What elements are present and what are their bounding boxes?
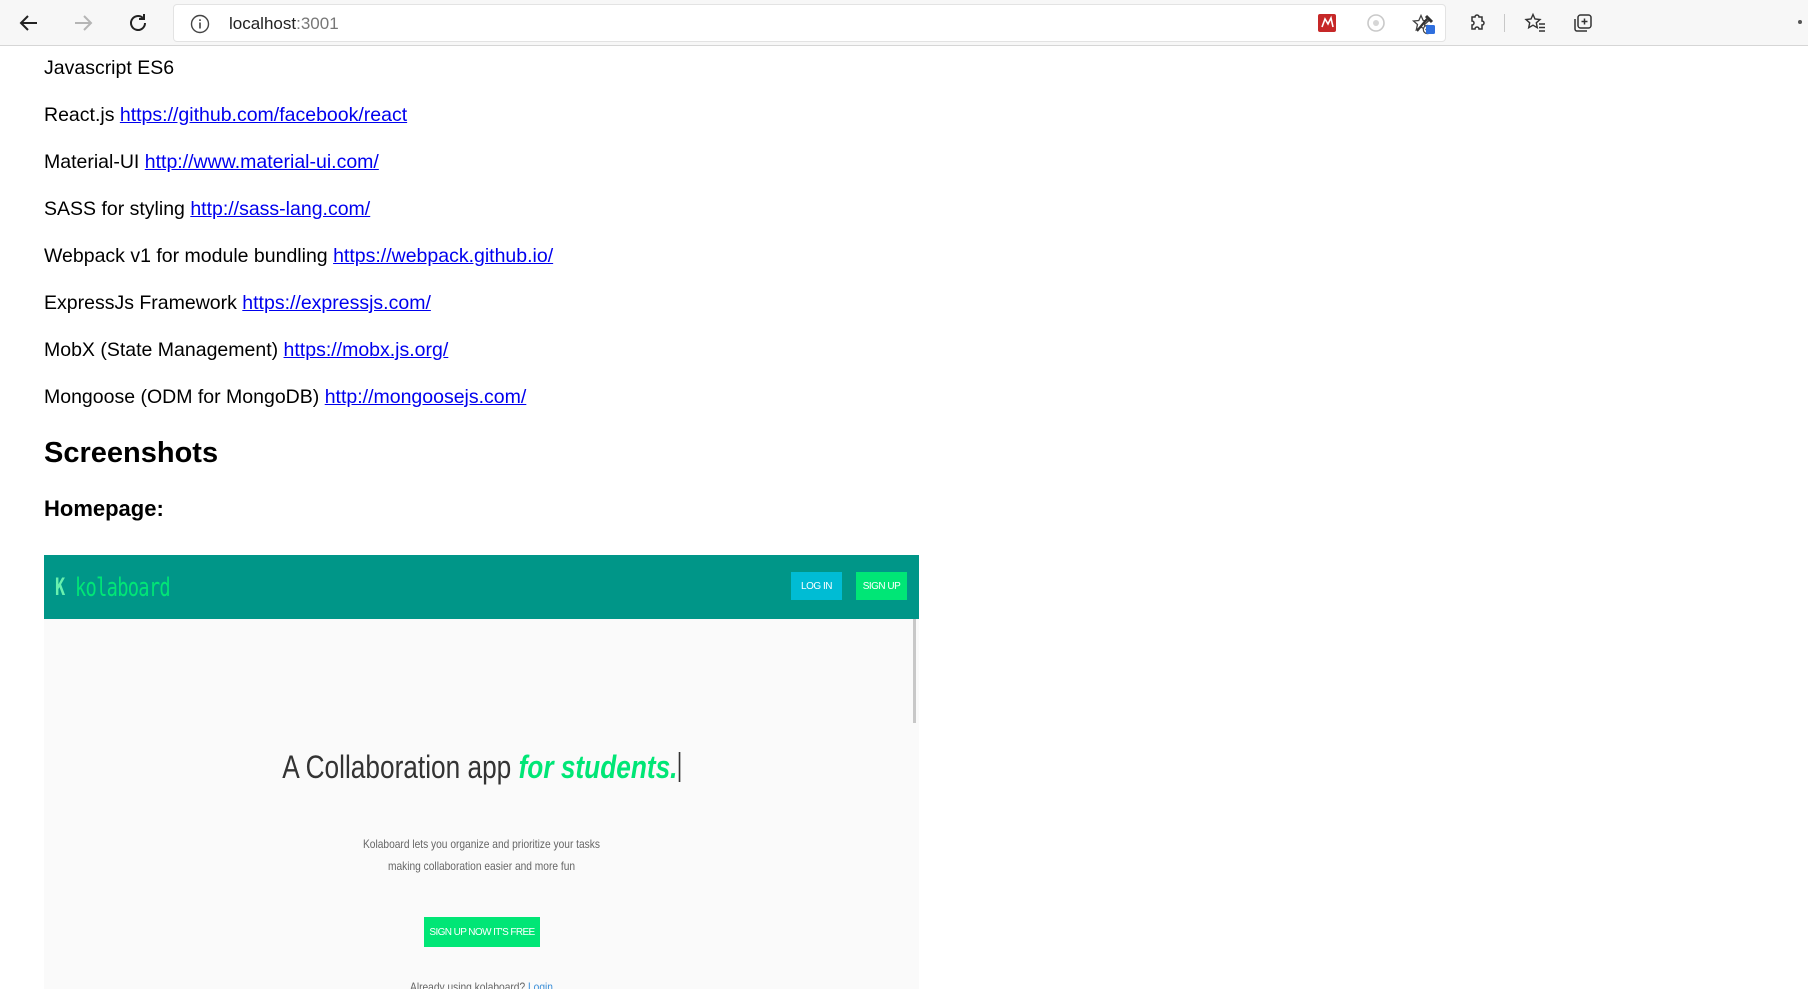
reload-button[interactable]: [121, 6, 155, 40]
favorites-button[interactable]: [1518, 6, 1552, 40]
homepage-screenshot: K kolaboard LOG IN SIGN UP A Collaborati…: [44, 555, 919, 989]
tech-label: Mongoose (ODM for MongoDB): [44, 386, 320, 408]
tech-link-mobx[interactable]: https://mobx.js.org/: [284, 339, 449, 361]
tech-link-mongoose[interactable]: http://mongoosejs.com/: [325, 386, 527, 408]
tech-link-webpack[interactable]: https://webpack.github.io/: [333, 245, 553, 267]
app-scrollbar: [913, 619, 916, 723]
tech-label: Material-UI: [44, 151, 140, 173]
url-port: :3001: [296, 14, 339, 33]
browser-toolbar: localhost:3001: [0, 0, 1808, 46]
tech-link-express[interactable]: https://expressjs.com/: [242, 292, 431, 314]
info-icon[interactable]: [190, 14, 210, 34]
tech-item-material-ui: Material-UI http://www.material-ui.com/: [44, 150, 379, 174]
app-signup-button: SIGN UP: [856, 572, 907, 600]
screenshots-heading: Screenshots: [44, 437, 219, 469]
favorites-icon: [1524, 12, 1545, 32]
tech-item-webpack: Webpack v1 for module bundling https://w…: [44, 244, 553, 268]
app-description: Kolaboard lets you organize and prioriti…: [110, 833, 854, 877]
more-menu-icon[interactable]: [1798, 20, 1802, 24]
tech-label: Javascript ES6: [44, 57, 175, 79]
tech-item-sass: SASS for styling http://sass-lang.com/: [44, 197, 370, 221]
url-host: localhost: [229, 14, 297, 33]
extension-picker-button[interactable]: [1408, 6, 1442, 40]
app-desc-line1: Kolaboard lets you organize and prioriti…: [362, 837, 600, 851]
tech-label: React.js: [44, 104, 115, 126]
app-desc-line2: making collaboration easier and more fun: [387, 859, 576, 873]
tech-label: ExpressJs Framework: [44, 292, 237, 314]
tech-link-react[interactable]: https://github.com/facebook/react: [120, 104, 407, 126]
tech-label: SASS for styling: [44, 198, 185, 220]
tech-link-sass[interactable]: http://sass-lang.com/: [190, 198, 370, 220]
collections-icon: [1574, 14, 1592, 32]
app-headline-accent: for students.: [518, 749, 678, 785]
arrow-left-icon: [19, 15, 37, 31]
tech-item-mongoose: Mongoose (ODM for MongoDB) http://mongoo…: [44, 385, 526, 409]
app-header-bar: K kolaboard LOG IN SIGN UP: [44, 555, 919, 619]
app-already-using: Already using kolaboard? Login: [110, 980, 854, 989]
extensions-button[interactable]: [1460, 6, 1494, 40]
tech-item-javascript: Javascript ES6: [44, 56, 174, 80]
tech-label: MobX (State Management): [44, 339, 279, 361]
arrow-right-icon: [75, 15, 93, 31]
tech-item-react: React.js https://github.com/facebook/rea…: [44, 103, 407, 127]
app-logo-letter: K: [55, 573, 66, 601]
app-logo-text: kolaboard: [75, 573, 171, 603]
app-cta-button: SIGN UP NOW IT'S FREE: [424, 917, 540, 947]
tech-link-material-ui[interactable]: http://www.material-ui.com/: [145, 151, 379, 173]
text-caret: [679, 752, 681, 782]
reload-icon: [130, 14, 146, 31]
url-text[interactable]: localhost:3001: [229, 14, 339, 34]
extension-red-icon: [1318, 14, 1336, 32]
extension-gray-icon: [1367, 14, 1385, 32]
puzzle-icon: [1471, 14, 1485, 30]
address-bar[interactable]: localhost:3001: [173, 4, 1446, 42]
tech-label: Webpack v1 for module bundling: [44, 245, 328, 267]
tech-item-express: ExpressJs Framework https://expressjs.co…: [44, 291, 431, 315]
tech-item-mobx: MobX (State Management) https://mobx.js.…: [44, 338, 448, 362]
collections-button[interactable]: [1566, 6, 1600, 40]
eyedropper-icon: [1416, 14, 1435, 34]
extension-gray-button[interactable]: [1359, 6, 1393, 40]
homepage-heading: Homepage:: [44, 496, 164, 521]
app-headline-plain: A Collaboration app: [282, 749, 519, 785]
app-login-button: LOG IN: [791, 572, 842, 600]
toolbar-divider: [1504, 14, 1505, 32]
app-already-login-link: Login: [527, 980, 553, 989]
extension-red-button[interactable]: [1310, 6, 1344, 40]
back-button[interactable]: [12, 6, 46, 40]
app-headline: A Collaboration app for students.: [123, 749, 841, 786]
app-already-text: Already using kolaboard?: [410, 980, 526, 989]
forward-button[interactable]: [66, 6, 100, 40]
